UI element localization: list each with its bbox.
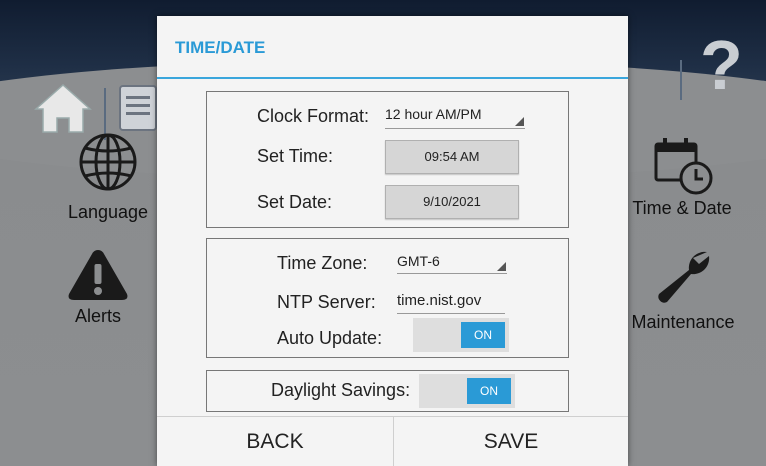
network-time-group: Time Zone: GMT-6 NTP Server: time.nist.g…	[206, 238, 569, 358]
ntp-server-input[interactable]: time.nist.gov	[397, 292, 505, 314]
daylight-savings-group: Daylight Savings: ON	[206, 370, 569, 412]
clock-format-value: 12 hour AM/PM	[385, 106, 482, 122]
time-zone-label: Time Zone:	[277, 253, 368, 273]
time-date-label: Time & Date	[632, 198, 732, 218]
dialog-title: TIME/DATE	[175, 38, 266, 57]
calendar-clock-icon	[654, 138, 713, 195]
list-icon[interactable]	[118, 84, 158, 136]
ntp-server-label: NTP Server:	[277, 292, 376, 312]
language-label: Language	[67, 202, 149, 222]
wrench-icon	[658, 251, 710, 303]
maintenance-label: Maintenance	[631, 312, 735, 332]
help-icon[interactable]: ?	[700, 30, 743, 100]
toolbar-divider	[680, 60, 682, 100]
auto-update-toggle[interactable]: ON	[413, 318, 509, 352]
set-date-label: Set Date:	[257, 192, 333, 212]
globe-icon	[79, 133, 137, 191]
daylight-savings-label: Daylight Savings:	[271, 380, 411, 400]
set-time-label: Set Time:	[257, 146, 334, 166]
maintenance-tile[interactable]: Maintenance	[626, 246, 740, 333]
time-zone-dropdown[interactable]: GMT-6	[397, 253, 507, 274]
dropdown-arrow-icon	[515, 117, 524, 126]
auto-update-label: Auto Update:	[277, 328, 383, 348]
time-zone-value: GMT-6	[397, 253, 440, 269]
auto-update-state: ON	[461, 322, 505, 348]
clock-group: Clock Format: 12 hour AM/PM Set Time: 09…	[206, 91, 569, 228]
alerts-label: Alerts	[74, 306, 121, 326]
dialog-footer: BACK SAVE	[157, 416, 628, 466]
clock-format-label: Clock Format:	[257, 106, 370, 126]
language-tile[interactable]: Language	[58, 130, 158, 223]
save-button[interactable]: SAVE	[394, 417, 628, 466]
time-date-tile[interactable]: Time & Date	[626, 136, 738, 219]
alerts-tile[interactable]: Alerts	[58, 246, 138, 327]
daylight-savings-toggle[interactable]: ON	[419, 374, 515, 408]
daylight-savings-state: ON	[467, 378, 511, 404]
warning-icon	[68, 250, 128, 300]
clock-format-dropdown[interactable]: 12 hour AM/PM	[385, 106, 525, 129]
dropdown-arrow-icon	[497, 262, 506, 271]
set-date-button[interactable]: 9/10/2021	[385, 185, 519, 219]
back-button[interactable]: BACK	[157, 417, 393, 466]
time-date-dialog: TIME/DATE Clock Format: 12 hour AM/PM Se…	[157, 16, 628, 466]
title-divider	[157, 77, 628, 79]
screen: ? Language Alerts Time & Date Maintenanc…	[0, 0, 766, 466]
set-time-button[interactable]: 09:54 AM	[385, 140, 519, 174]
